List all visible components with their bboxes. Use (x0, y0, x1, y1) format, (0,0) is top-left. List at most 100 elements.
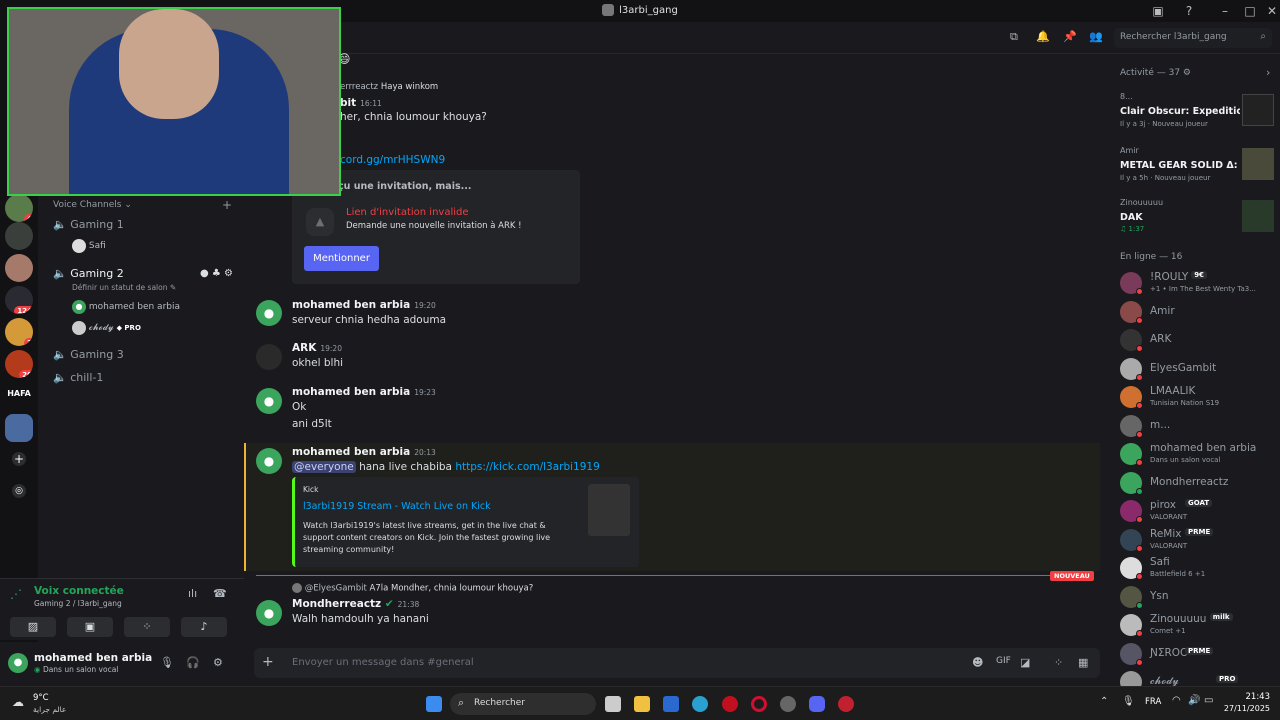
activity-card[interactable]: 8... Clair Obscur: Expedition 33 Il y a … (1116, 90, 1276, 140)
channel-chill-1[interactable]: 🔈 chill-1 (53, 369, 103, 387)
gift-emoji-icon[interactable]: ☻ (972, 656, 983, 669)
reply-preview[interactable]: @ElyesGambit A7la Mondher, chnia loumour… (292, 583, 533, 594)
channel-gaming-1[interactable]: 🔈 Gaming 1 (53, 216, 124, 234)
chevron-up-icon[interactable]: ⌃ (1100, 696, 1108, 707)
message-author[interactable]: bit 16:11 (340, 97, 382, 109)
add-server-icon[interactable]: + (12, 452, 26, 466)
channel-gaming-2[interactable]: 🔈 Gaming 2 ● ♣ ⚙ (53, 265, 233, 283)
voice-user[interactable]: Safi (72, 238, 106, 254)
settings-icon[interactable]: ⚙ (213, 656, 223, 669)
member-item[interactable]: ElyesGambit (1116, 356, 1276, 382)
file-explorer-icon[interactable] (634, 696, 650, 712)
member-item[interactable]: pirox GOAT VALORANT (1116, 498, 1276, 524)
activity-card[interactable]: Amir METAL GEAR SOLID Δ: SN... Il y a 5h… (1116, 144, 1276, 194)
invite-link[interactable]: cord.gg/mrHHSWN9 (340, 154, 445, 166)
reply-preview[interactable]: errreactz Haya winkom (340, 82, 438, 92)
microphone-icon[interactable]: 🎙 (160, 656, 174, 669)
search-input[interactable]: Rechercher l3arbi_gang ⌕ (1114, 28, 1272, 48)
soundboard-button[interactable]: ♪ (181, 617, 227, 637)
server-item[interactable] (5, 414, 33, 442)
sticker-icon[interactable]: ◪ (1020, 656, 1030, 669)
member-item[interactable]: !ROULY 9€ +1 • Im The Best Wenty Ta3... (1116, 270, 1276, 296)
server-item[interactable]: 2 (5, 318, 33, 346)
member-item[interactable]: LMAALIK Tunisian Nation S19 (1116, 384, 1276, 410)
weather-temp[interactable]: 9°C (33, 693, 49, 703)
voice-location[interactable]: Gaming 2 / l3arbi_gang (34, 599, 122, 608)
weather-icon[interactable]: ☁ (12, 695, 24, 709)
voice-user[interactable]: 𝓬𝓱𝓸𝓭𝔂 ◆ PRO (72, 320, 141, 336)
mention-button[interactable]: Mentionner (304, 246, 379, 271)
app-icon[interactable] (722, 696, 738, 712)
headphones-icon[interactable]: 🎧 (186, 656, 200, 669)
task-view-icon[interactable] (605, 696, 621, 712)
user-name[interactable]: mohamed ben arbia (34, 652, 152, 664)
activity-card[interactable]: Zinouuuuu DAK ♫ 1:37 (1116, 196, 1276, 246)
member-item[interactable]: Safi Battlefield 6 +1 (1116, 555, 1276, 581)
language-indicator[interactable]: FRA (1145, 697, 1161, 707)
opera-icon[interactable] (751, 696, 767, 712)
noise-suppression-icon[interactable]: ılı (188, 587, 197, 600)
channel-status[interactable]: Définir un statut de salon ✎ (72, 283, 176, 292)
server-item[interactable] (5, 222, 33, 250)
message-author[interactable]: mohamed ben arbia 19:20 (292, 299, 436, 311)
kick-link[interactable]: https://kick.com/l3arbi1919 (455, 461, 599, 473)
server-item[interactable]: 20 (5, 350, 33, 378)
server-item[interactable]: 124 (5, 286, 33, 314)
channel-gaming-3[interactable]: 🔈 Gaming 3 (53, 346, 124, 364)
server-item[interactable]: 4 (5, 194, 33, 222)
embed-title[interactable]: l3arbi1919 Stream - Watch Live on Kick (303, 501, 491, 512)
apps-icon[interactable]: ⁘ (1054, 656, 1063, 669)
screen-share-button[interactable]: ▣ (67, 617, 113, 637)
category-voice-channels[interactable]: Voice Channels ⌄ (53, 200, 132, 210)
member-item[interactable]: Zinouuuuu milk Comet +1 (1116, 612, 1276, 638)
close-icon[interactable]: ✕ (1264, 3, 1280, 19)
message-author[interactable]: ARK 19:20 (292, 342, 342, 354)
battery-icon[interactable]: ▭ (1204, 695, 1213, 706)
edge-icon[interactable] (692, 696, 708, 712)
message-composer[interactable]: + Envoyer un message dans #general ☻ GIF… (254, 648, 1100, 678)
wifi-icon[interactable]: ◠ (1172, 695, 1181, 706)
server-item-hafa[interactable]: HAFA (5, 384, 33, 404)
camera-button[interactable]: ▨ (10, 617, 56, 637)
taskbar-search[interactable]: ⌕ Rechercher (450, 693, 596, 715)
plus-icon[interactable]: + (262, 654, 274, 670)
member-item[interactable]: Mondherreactz (1116, 470, 1276, 496)
avatar[interactable] (256, 344, 282, 370)
member-list-icon[interactable]: 👥 (1089, 30, 1103, 43)
store-icon[interactable] (663, 696, 679, 712)
pin-icon[interactable]: 📌 (1063, 30, 1077, 43)
member-item[interactable]: Amir (1116, 299, 1276, 325)
server-item[interactable] (5, 254, 33, 282)
member-item[interactable]: mohamed ben arbia Dans un salon vocal (1116, 441, 1276, 467)
member-item[interactable]: ARK (1116, 327, 1276, 353)
avatar[interactable]: ● (256, 600, 282, 626)
mic-tray-icon[interactable]: 🎙 (1122, 696, 1135, 707)
discover-icon[interactable]: ◎ (12, 484, 26, 498)
gif-icon[interactable]: GIF (996, 656, 1011, 666)
disconnect-icon[interactable]: ☎ (213, 587, 227, 600)
minimize-icon[interactable]: – (1217, 3, 1233, 19)
start-icon[interactable] (426, 696, 442, 712)
inbox-icon[interactable]: ▣ (1150, 3, 1166, 19)
member-item[interactable]: m... (1116, 413, 1276, 439)
everyone-mention[interactable]: @everyone (292, 461, 356, 473)
member-item[interactable]: ƝΣROO PRME (1116, 641, 1276, 667)
message-author[interactable]: mohamed ben arbia 19:23 (292, 386, 436, 398)
help-icon[interactable]: ? (1181, 3, 1197, 19)
avatar[interactable]: ● (256, 300, 282, 326)
channel-actions[interactable]: ● ♣ ⚙ (200, 265, 233, 283)
threads-icon[interactable]: ⧉ (1010, 30, 1018, 44)
voice-user[interactable]: ● mohamed ben arbia (72, 299, 180, 315)
avatar[interactable]: ● (256, 388, 282, 414)
embed-thumbnail[interactable] (588, 484, 630, 536)
message-author[interactable]: Mondherreactz ✔ 21:38 (292, 598, 419, 610)
chevron-right-icon[interactable]: › (1266, 66, 1270, 79)
discord-icon[interactable] (809, 696, 825, 712)
maximize-icon[interactable]: □ (1242, 3, 1258, 19)
voice-status[interactable]: Voix connectée (34, 585, 124, 597)
bell-icon[interactable]: 🔔 (1036, 30, 1050, 43)
avatar[interactable]: ● (256, 448, 282, 474)
gift-icon[interactable]: ▦ (1078, 656, 1088, 669)
clock-date[interactable]: 27/11/2025 (1222, 704, 1270, 713)
avatar[interactable]: ● (8, 653, 28, 673)
